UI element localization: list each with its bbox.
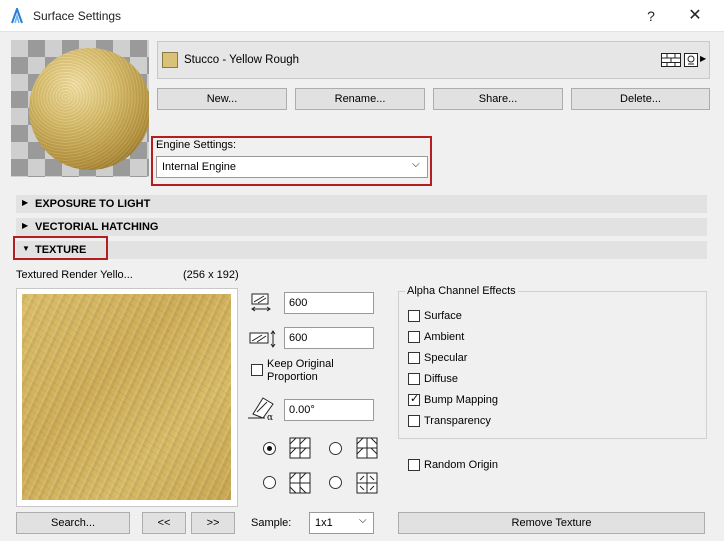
search-button[interactable]: Search...: [16, 512, 130, 534]
mirror-y-icon: [289, 472, 311, 494]
rename-button[interactable]: Rename...: [295, 88, 425, 110]
engine-select-value: Internal Engine: [162, 161, 236, 173]
mirror-x-icon: [356, 437, 378, 459]
section-label: VECTORIAL HATCHING: [35, 221, 159, 233]
section-exposure-to-light[interactable]: ▶ EXPOSURE TO LIGHT: [16, 195, 707, 213]
alpha-surface-checkbox[interactable]: [408, 310, 420, 322]
help-button[interactable]: ?: [640, 6, 662, 26]
alpha-diffuse-checkbox[interactable]: [408, 373, 420, 385]
archicad-app-icon: [11, 8, 23, 24]
alpha-bump-mapping-label: Bump Mapping: [424, 394, 498, 406]
texture-name: Textured Render Yello...: [16, 269, 133, 281]
close-button[interactable]: ✕: [684, 6, 706, 26]
alpha-specular-label: Specular: [424, 352, 468, 364]
remove-texture-button[interactable]: Remove Texture: [398, 512, 705, 534]
svg-text:α: α: [267, 413, 273, 420]
texture-angle-input[interactable]: 0.00°: [284, 399, 374, 421]
keep-proportion-checkbox[interactable]: [251, 364, 263, 376]
alpha-transparency-label: Transparency: [424, 415, 491, 427]
alpha-bump-mapping-checkbox[interactable]: [408, 392, 420, 406]
sample-label: Sample:: [251, 517, 292, 529]
library-part-icon[interactable]: [684, 53, 698, 67]
material-name: Stucco - Yellow Rough: [184, 54, 300, 66]
mirror-xy-radio[interactable]: [329, 476, 342, 489]
mirror-y-radio[interactable]: [263, 476, 276, 489]
random-origin-checkbox[interactable]: [408, 459, 420, 471]
previous-texture-button[interactable]: <<: [142, 512, 186, 534]
section-label: EXPOSURE TO LIGHT: [35, 198, 151, 210]
expand-arrow-icon: ▶: [22, 198, 29, 207]
texture-height-icon: [249, 330, 276, 348]
material-menu-arrow-icon[interactable]: ▶: [700, 54, 706, 63]
random-origin-label: Random Origin: [424, 459, 498, 471]
alpha-diffuse-label: Diffuse: [424, 373, 459, 385]
mirror-xy-icon: [356, 472, 378, 494]
mirror-none-icon: [289, 437, 311, 459]
alpha-transparency-checkbox[interactable]: [408, 415, 420, 427]
texture-angle-icon: α: [248, 397, 274, 420]
section-texture[interactable]: ▼ TEXTURE: [16, 241, 707, 259]
texture-height-input[interactable]: 600: [284, 327, 374, 349]
texture-size: (256 x 192): [183, 269, 239, 281]
texture-width-input[interactable]: 600: [284, 292, 374, 314]
chevron-down-icon[interactable]: ⌵: [359, 515, 367, 526]
engine-settings-label: Engine Settings:: [156, 139, 237, 151]
material-swatch: [162, 52, 178, 68]
next-texture-button[interactable]: >>: [191, 512, 235, 534]
alpha-surface-label: Surface: [424, 310, 462, 322]
expand-arrow-icon: ▶: [22, 221, 29, 230]
mirror-none-radio[interactable]: [263, 442, 276, 455]
alpha-channel-title: Alpha Channel Effects: [405, 285, 518, 297]
sample-select-value: 1x1: [315, 517, 333, 529]
alpha-ambient-checkbox[interactable]: [408, 331, 420, 343]
alpha-specular-checkbox[interactable]: [408, 352, 420, 364]
brick-hatch-icon[interactable]: [661, 53, 681, 67]
chevron-down-icon[interactable]: ⌵: [412, 159, 420, 170]
share-button[interactable]: Share...: [433, 88, 563, 110]
keep-proportion-label: Keep Original Proportion: [267, 358, 334, 383]
texture-section-highlight: [13, 236, 108, 260]
new-button[interactable]: New...: [157, 88, 287, 110]
texture-preview-image: [22, 294, 231, 500]
section-vectorial-hatching[interactable]: ▶ VECTORIAL HATCHING: [16, 218, 707, 236]
alpha-ambient-label: Ambient: [424, 331, 465, 343]
mirror-x-radio[interactable]: [329, 442, 342, 455]
preview-sphere-texture: [29, 48, 149, 170]
window-title: Surface Settings: [33, 9, 122, 23]
texture-width-icon: [251, 293, 271, 312]
material-preview: [11, 40, 149, 177]
delete-button[interactable]: Delete...: [571, 88, 710, 110]
